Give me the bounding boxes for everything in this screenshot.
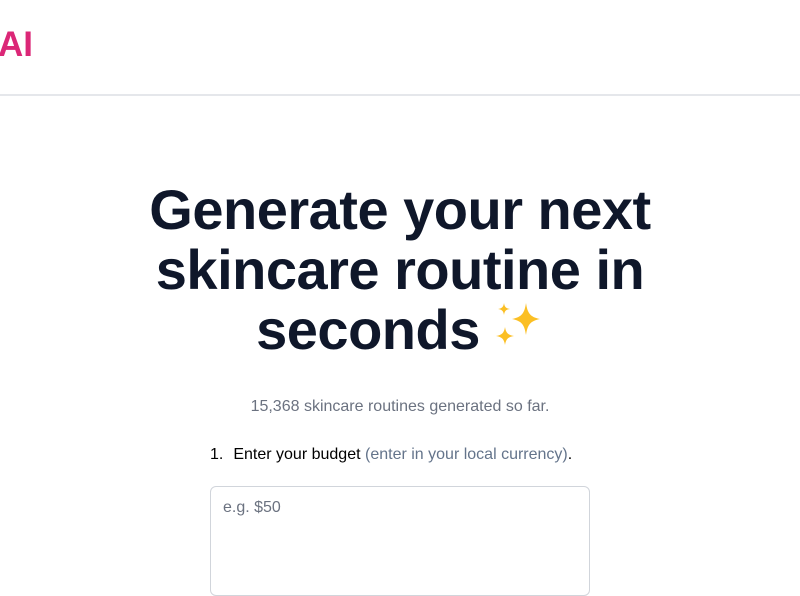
step-label-text: Enter your budget	[233, 446, 361, 463]
title-line-3-text: seconds	[256, 298, 480, 361]
step-1-label: 1. Enter your budget (enter in your local…	[210, 446, 572, 464]
title-line-2: skincare routine in	[155, 238, 645, 301]
sparkles-icon	[492, 299, 544, 362]
page-title: Generate your next skincare routine in s…	[0, 180, 800, 366]
routines-counter: 15,368 skincare routines generated so fa…	[250, 398, 550, 415]
step-label-period: .	[567, 446, 573, 463]
step-number: 1.	[210, 446, 224, 463]
budget-input[interactable]	[210, 486, 590, 596]
logo[interactable]: AI	[0, 27, 33, 62]
title-line-3: seconds	[0, 300, 800, 366]
site-header: AI	[0, 0, 800, 96]
step-label-hint: (enter in your local currency)	[365, 446, 568, 463]
title-line-1: Generate your next	[149, 178, 651, 241]
